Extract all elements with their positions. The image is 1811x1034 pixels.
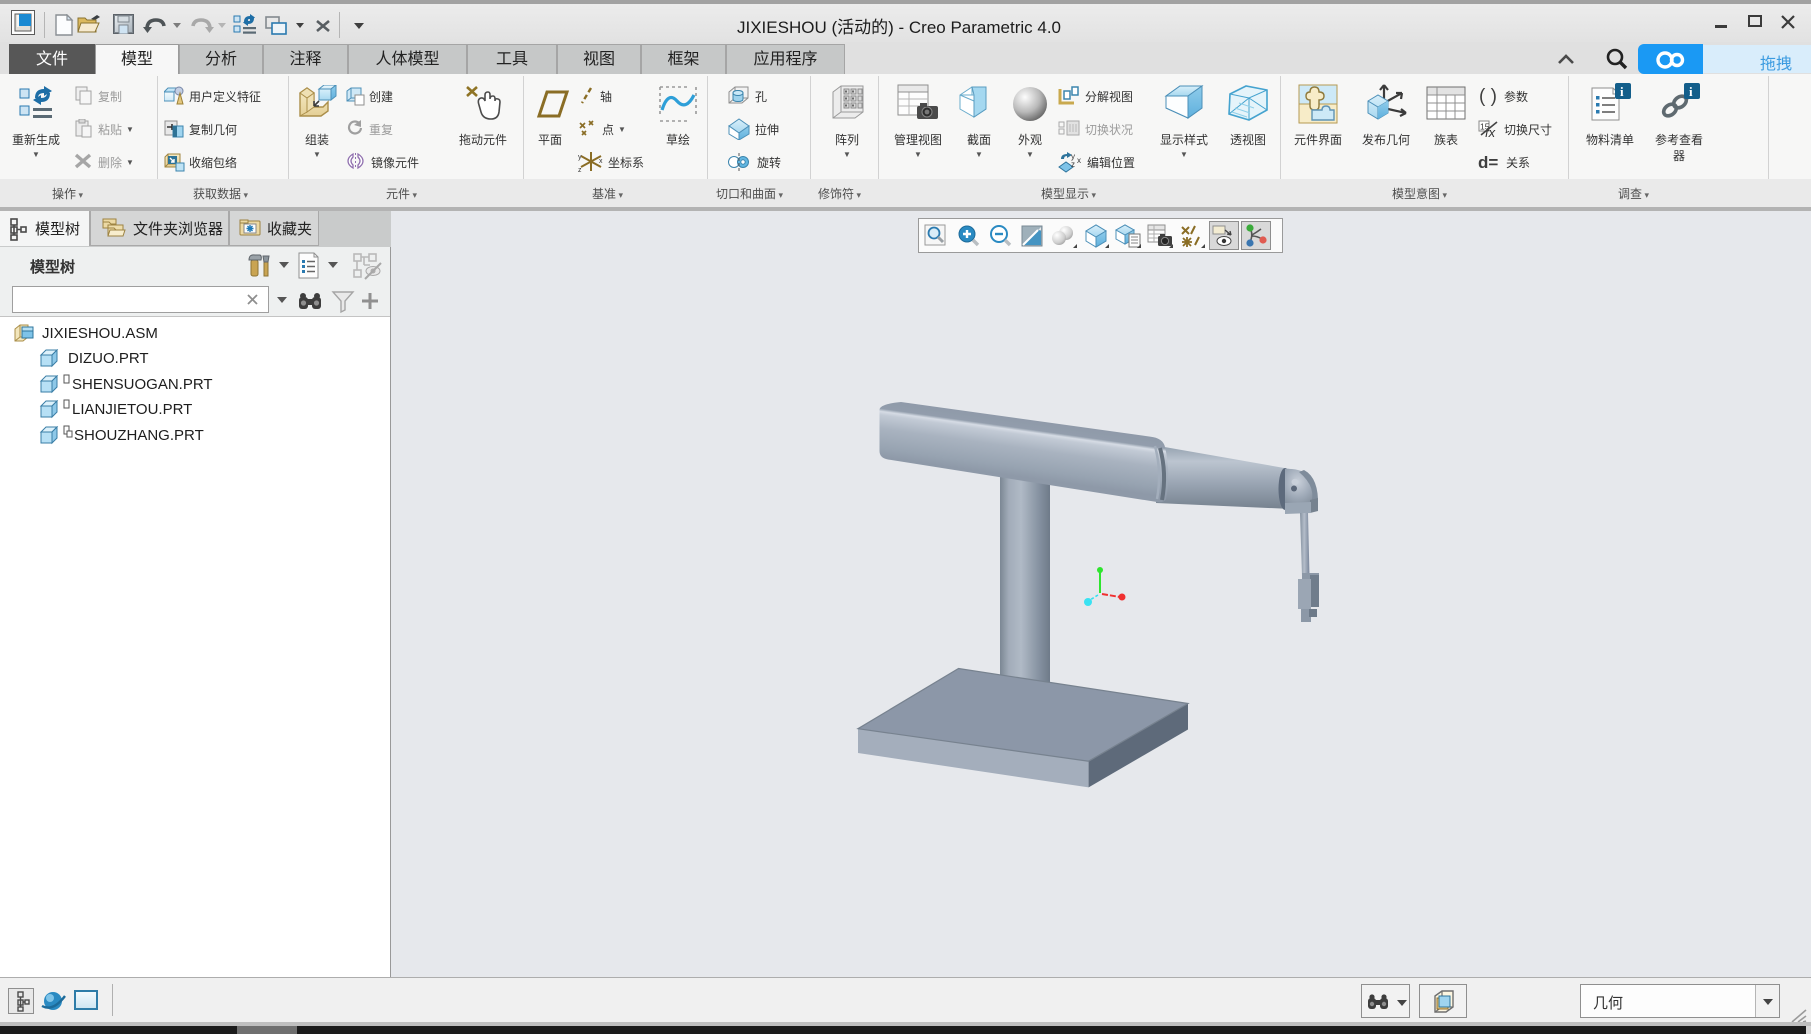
- svg-text:z: z: [578, 167, 582, 173]
- svg-text:z: z: [1071, 160, 1075, 169]
- svg-text:( ): ( ): [1479, 86, 1497, 107]
- svg-text:x: x: [599, 158, 603, 165]
- svg-text:i: i: [1620, 84, 1624, 99]
- svg-text:y: y: [578, 154, 582, 161]
- svg-text:x: x: [1077, 156, 1081, 165]
- svg-text:d=: d=: [1478, 153, 1498, 172]
- svg-text:i: i: [1689, 84, 1693, 99]
